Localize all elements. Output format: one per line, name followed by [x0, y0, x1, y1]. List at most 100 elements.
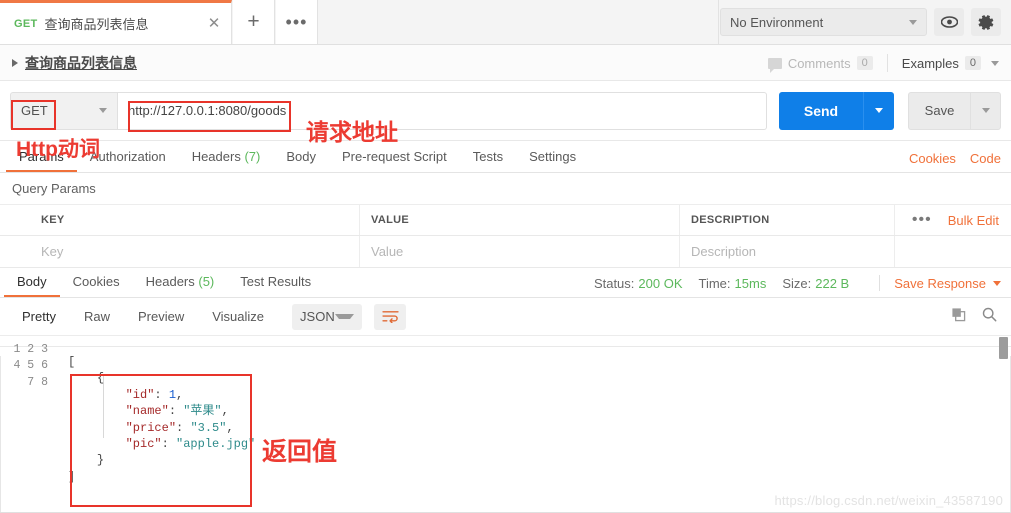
environment-selector[interactable]: No Environment — [720, 8, 927, 36]
tab-label: Test Results — [240, 274, 312, 289]
response-tab-body[interactable]: Body — [4, 266, 60, 297]
view-tab-visualize[interactable]: Visualize — [198, 305, 278, 329]
divider — [879, 275, 881, 291]
size-label: Size: — [782, 275, 812, 291]
wrap-lines-icon[interactable] — [374, 303, 407, 330]
description-input[interactable]: Description — [691, 244, 756, 259]
chevron-down-icon[interactable] — [991, 60, 999, 66]
tab-headers[interactable]: Headers (7) — [179, 141, 274, 172]
watermark: https://blog.csdn.net/weixin_43587190 — [774, 493, 1003, 508]
value-input[interactable]: Value — [371, 244, 403, 259]
key-input[interactable]: Key — [41, 244, 63, 259]
tab-label: Params — [19, 149, 64, 164]
table-row[interactable]: Key Value Description — [0, 236, 1011, 268]
http-method-selector[interactable]: GET — [10, 91, 118, 130]
tab-authorization[interactable]: Authorization — [77, 141, 179, 172]
environment-bar: No Environment — [718, 0, 1011, 44]
send-button[interactable]: Send — [779, 91, 863, 130]
line-numbers: 1 2 3 4 5 6 7 8 — [13, 343, 48, 389]
request-tab[interactable]: GET 查询商品列表信息 ✕ — [0, 0, 232, 44]
url-bar: GET http://127.0.0.1:8080/goods Send Sav… — [0, 81, 1011, 141]
response-tab-cookies[interactable]: Cookies — [60, 266, 133, 297]
save-options-button[interactable] — [970, 91, 1001, 130]
examples-label: Examples — [901, 55, 959, 71]
time-value: 15ms — [734, 275, 767, 291]
comments-count: 0 — [856, 56, 873, 70]
divider — [0, 346, 1011, 347]
vertical-scrollbar[interactable] — [998, 336, 1010, 484]
save-button[interactable]: Save — [908, 91, 970, 130]
view-tab-pretty[interactable]: Pretty — [8, 305, 70, 329]
gear-icon[interactable] — [971, 8, 1001, 36]
comments-label: Comments — [787, 55, 851, 71]
eye-icon[interactable] — [934, 8, 964, 36]
tab-label: Headers — [145, 274, 195, 289]
comments-button[interactable]: Comments 0 — [767, 55, 873, 73]
response-format-label: JSON — [300, 309, 335, 324]
scrollbar-thumb[interactable] — [999, 337, 1008, 359]
bulk-edit-link[interactable]: Bulk Edit — [948, 213, 999, 228]
checkbox-cell — [0, 205, 30, 235]
tab-pre-request-script[interactable]: Pre-request Script — [329, 141, 460, 172]
request-header: 查询商品列表信息 Comments 0 Examples 0 — [0, 45, 1011, 81]
checkbox-cell[interactable] — [0, 236, 30, 267]
tab-body[interactable]: Body — [273, 141, 329, 172]
time-label: Time: — [698, 275, 731, 291]
response-view-bar: Pretty Raw Preview Visualize JSON — [0, 298, 1011, 336]
comment-icon — [767, 57, 782, 73]
cookies-link[interactable]: Cookies — [909, 151, 956, 166]
copy-icon[interactable] — [951, 307, 966, 325]
examples-button[interactable]: Examples 0 — [902, 56, 999, 71]
tab-tests[interactable]: Tests — [460, 141, 516, 172]
tab-label: Authorization — [89, 149, 166, 164]
column-header-value: VALUE — [371, 214, 409, 226]
size-value: 222 B — [815, 275, 850, 291]
table-options-icon[interactable]: ••• — [912, 211, 932, 229]
code-link[interactable]: Code — [970, 151, 1001, 166]
send-options-button[interactable] — [863, 91, 894, 130]
tab-strip: GET 查询商品列表信息 ✕ + ••• No Environment — [0, 0, 1011, 45]
response-format-selector[interactable]: JSON — [292, 303, 363, 330]
tab-settings[interactable]: Settings — [516, 141, 589, 172]
chevron-down-icon — [909, 19, 917, 25]
chevron-down-icon — [875, 108, 883, 113]
request-tabs: Params Authorization Headers (7) Body Pr… — [0, 141, 1011, 173]
close-icon[interactable]: ✕ — [205, 15, 223, 33]
tab-label: Settings — [529, 149, 577, 164]
page-title: 查询商品列表信息 — [25, 54, 137, 71]
tab-method-label: GET — [14, 17, 38, 30]
query-params-label: Query Params — [0, 173, 1011, 205]
examples-count: 0 — [964, 56, 981, 70]
save-response-label: Save Response — [894, 275, 986, 291]
search-icon[interactable] — [982, 307, 997, 325]
save-response-button[interactable]: Save Response — [894, 276, 1001, 291]
time-badge: Time: 15ms — [699, 276, 767, 291]
environment-label: No Environment — [730, 14, 824, 30]
panel-border — [0, 356, 1, 513]
query-params-table: KEY VALUE DESCRIPTION ••• Bulk Edit Key … — [0, 205, 1011, 268]
tab-options-icon[interactable]: ••• — [276, 0, 318, 44]
response-body[interactable]: 1 2 3 4 5 6 7 8 [ { "id": 1, "name": "苹果… — [0, 336, 1011, 484]
url-input[interactable]: http://127.0.0.1:8080/goods — [118, 91, 767, 130]
tab-label: Body — [17, 274, 47, 289]
json-body-text: [ { "id": 1, "name": "苹果", "price": "3.5… — [68, 355, 256, 484]
chevron-down-icon — [334, 314, 355, 319]
response-tab-headers[interactable]: Headers (5) — [133, 266, 228, 297]
new-tab-button[interactable]: + — [233, 0, 275, 44]
status-badge: Status: 200 OK — [594, 276, 683, 291]
view-tab-preview[interactable]: Preview — [124, 305, 198, 329]
http-method-label: GET — [21, 103, 48, 118]
tab-count: (7) — [244, 149, 261, 164]
size-badge: Size: 222 B — [782, 276, 849, 291]
tab-label: Tests — [472, 149, 504, 164]
response-tab-test-results[interactable]: Test Results — [227, 266, 324, 297]
tab-label: Headers — [191, 149, 241, 164]
divider — [886, 54, 888, 72]
column-header-key: KEY — [41, 214, 65, 226]
postman-window: GET 查询商品列表信息 ✕ + ••• No Environment 查询商品… — [0, 0, 1011, 513]
chevron-down-icon — [981, 108, 990, 113]
tab-params[interactable]: Params — [6, 141, 77, 172]
table-header-row: KEY VALUE DESCRIPTION ••• Bulk Edit — [0, 205, 1011, 236]
view-tab-raw[interactable]: Raw — [70, 305, 124, 329]
chevron-right-icon[interactable] — [12, 58, 18, 67]
